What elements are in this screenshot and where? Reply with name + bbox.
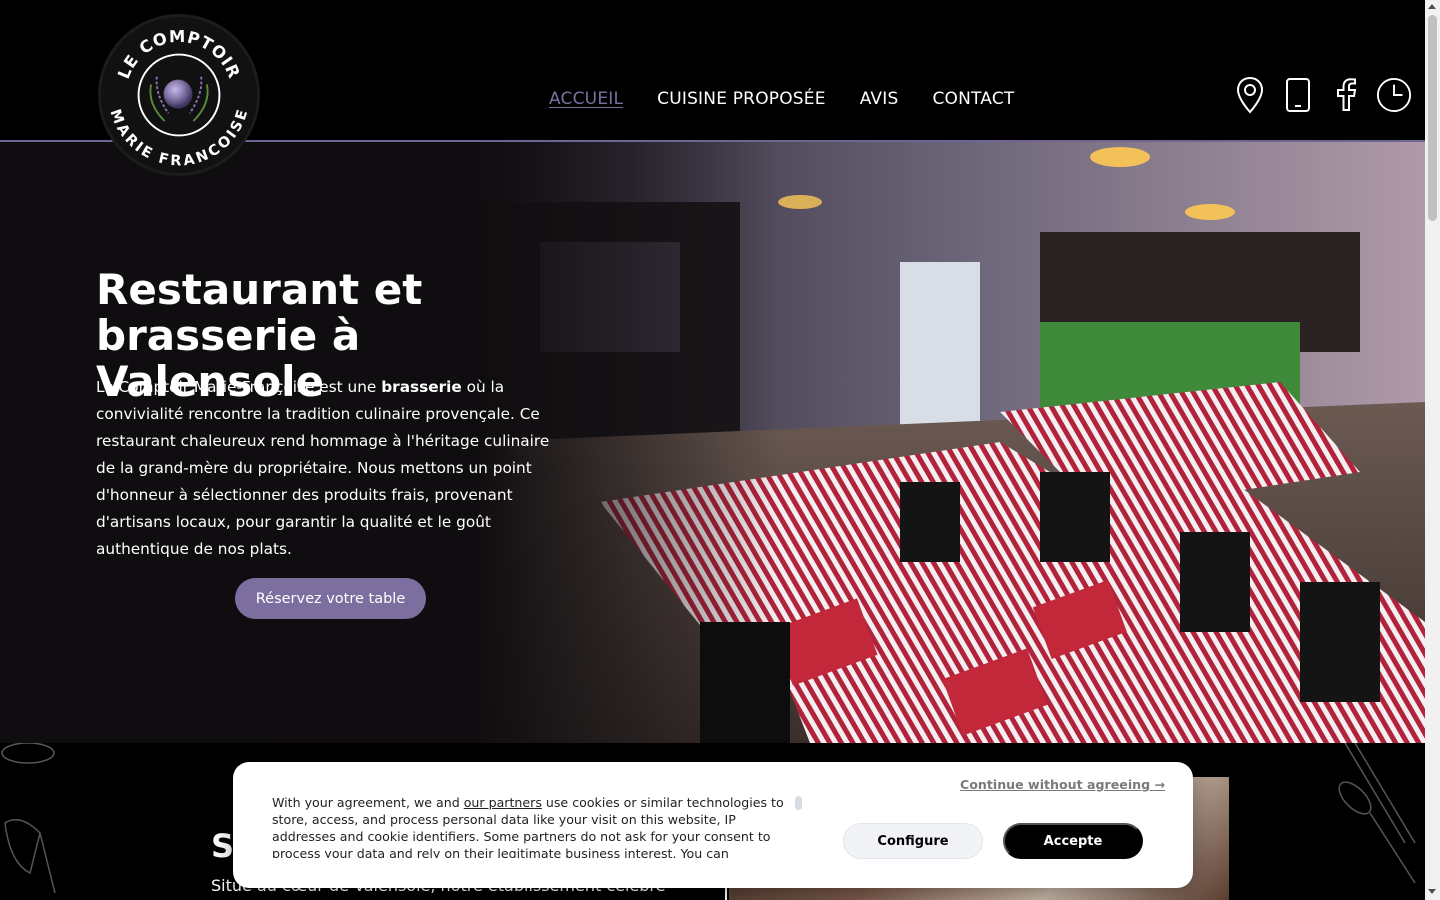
svg-text:MARIE FRANCOISE: MARIE FRANCOISE <box>106 107 251 169</box>
nav-cuisine-proposee[interactable]: CUISINE PROPOSÉE <box>657 89 826 109</box>
nav-avis[interactable]: AVIS <box>860 89 899 109</box>
accept-button[interactable]: Accepte <box>1003 823 1143 859</box>
cookie-banner: With your agreement, we and our partners… <box>233 762 1193 888</box>
main-nav: ACCUEIL CUISINE PROPOSÉE AVIS CONTACT <box>549 89 1015 109</box>
scroll-thumb[interactable] <box>1428 15 1437 221</box>
page: ACCUEIL CUISINE PROPOSÉE AVIS CONTACT LE… <box>0 0 1440 900</box>
nav-accueil[interactable]: ACCUEIL <box>549 89 623 109</box>
hero-text-end: où la convivialité rencontre la traditio… <box>96 378 550 558</box>
decorative-cutlery-left <box>1 743 56 894</box>
hero-text-start: Le Comptoir Marie-Françoise est une <box>96 378 382 396</box>
hero-section: Restaurant et brasserie à Valensole Le C… <box>0 142 1425 743</box>
cookie-text-prefix: With your agreement, we and <box>272 795 464 810</box>
scroll-up-arrow[interactable] <box>1428 4 1436 9</box>
nav-contact[interactable]: CONTACT <box>932 89 1014 109</box>
decorative-cutlery-right <box>1338 743 1416 884</box>
map-pin-icon[interactable] <box>1232 76 1268 114</box>
our-partners-link[interactable]: our partners <box>464 795 542 810</box>
logo-text-bottom: MARIE FRANCOISE <box>106 107 250 169</box>
facebook-icon[interactable] <box>1328 76 1364 114</box>
phone-icon[interactable] <box>1280 76 1316 114</box>
scroll-down-arrow[interactable] <box>1428 889 1436 894</box>
header-icons <box>1232 76 1412 114</box>
reserve-table-button[interactable]: Réservez votre table <box>235 578 426 619</box>
site-logo[interactable]: LE COMPTOIR MARIE FRANCOISE <box>98 14 260 176</box>
hero-title-line1: Restaurant et <box>96 265 423 314</box>
clock-icon[interactable] <box>1376 76 1412 114</box>
continue-without-agreeing-link[interactable]: Continue without agreeing → <box>960 777 1165 792</box>
hero-text-bold: brasserie <box>381 378 462 396</box>
configure-button[interactable]: Configure <box>843 823 983 859</box>
page-scrollbar[interactable] <box>1425 0 1440 900</box>
cookie-text[interactable]: With your agreement, we and our partners… <box>272 794 792 858</box>
hero-description: Le Comptoir Marie-Françoise est une bras… <box>96 374 561 563</box>
cookie-text-scrollbar[interactable] <box>795 796 802 810</box>
